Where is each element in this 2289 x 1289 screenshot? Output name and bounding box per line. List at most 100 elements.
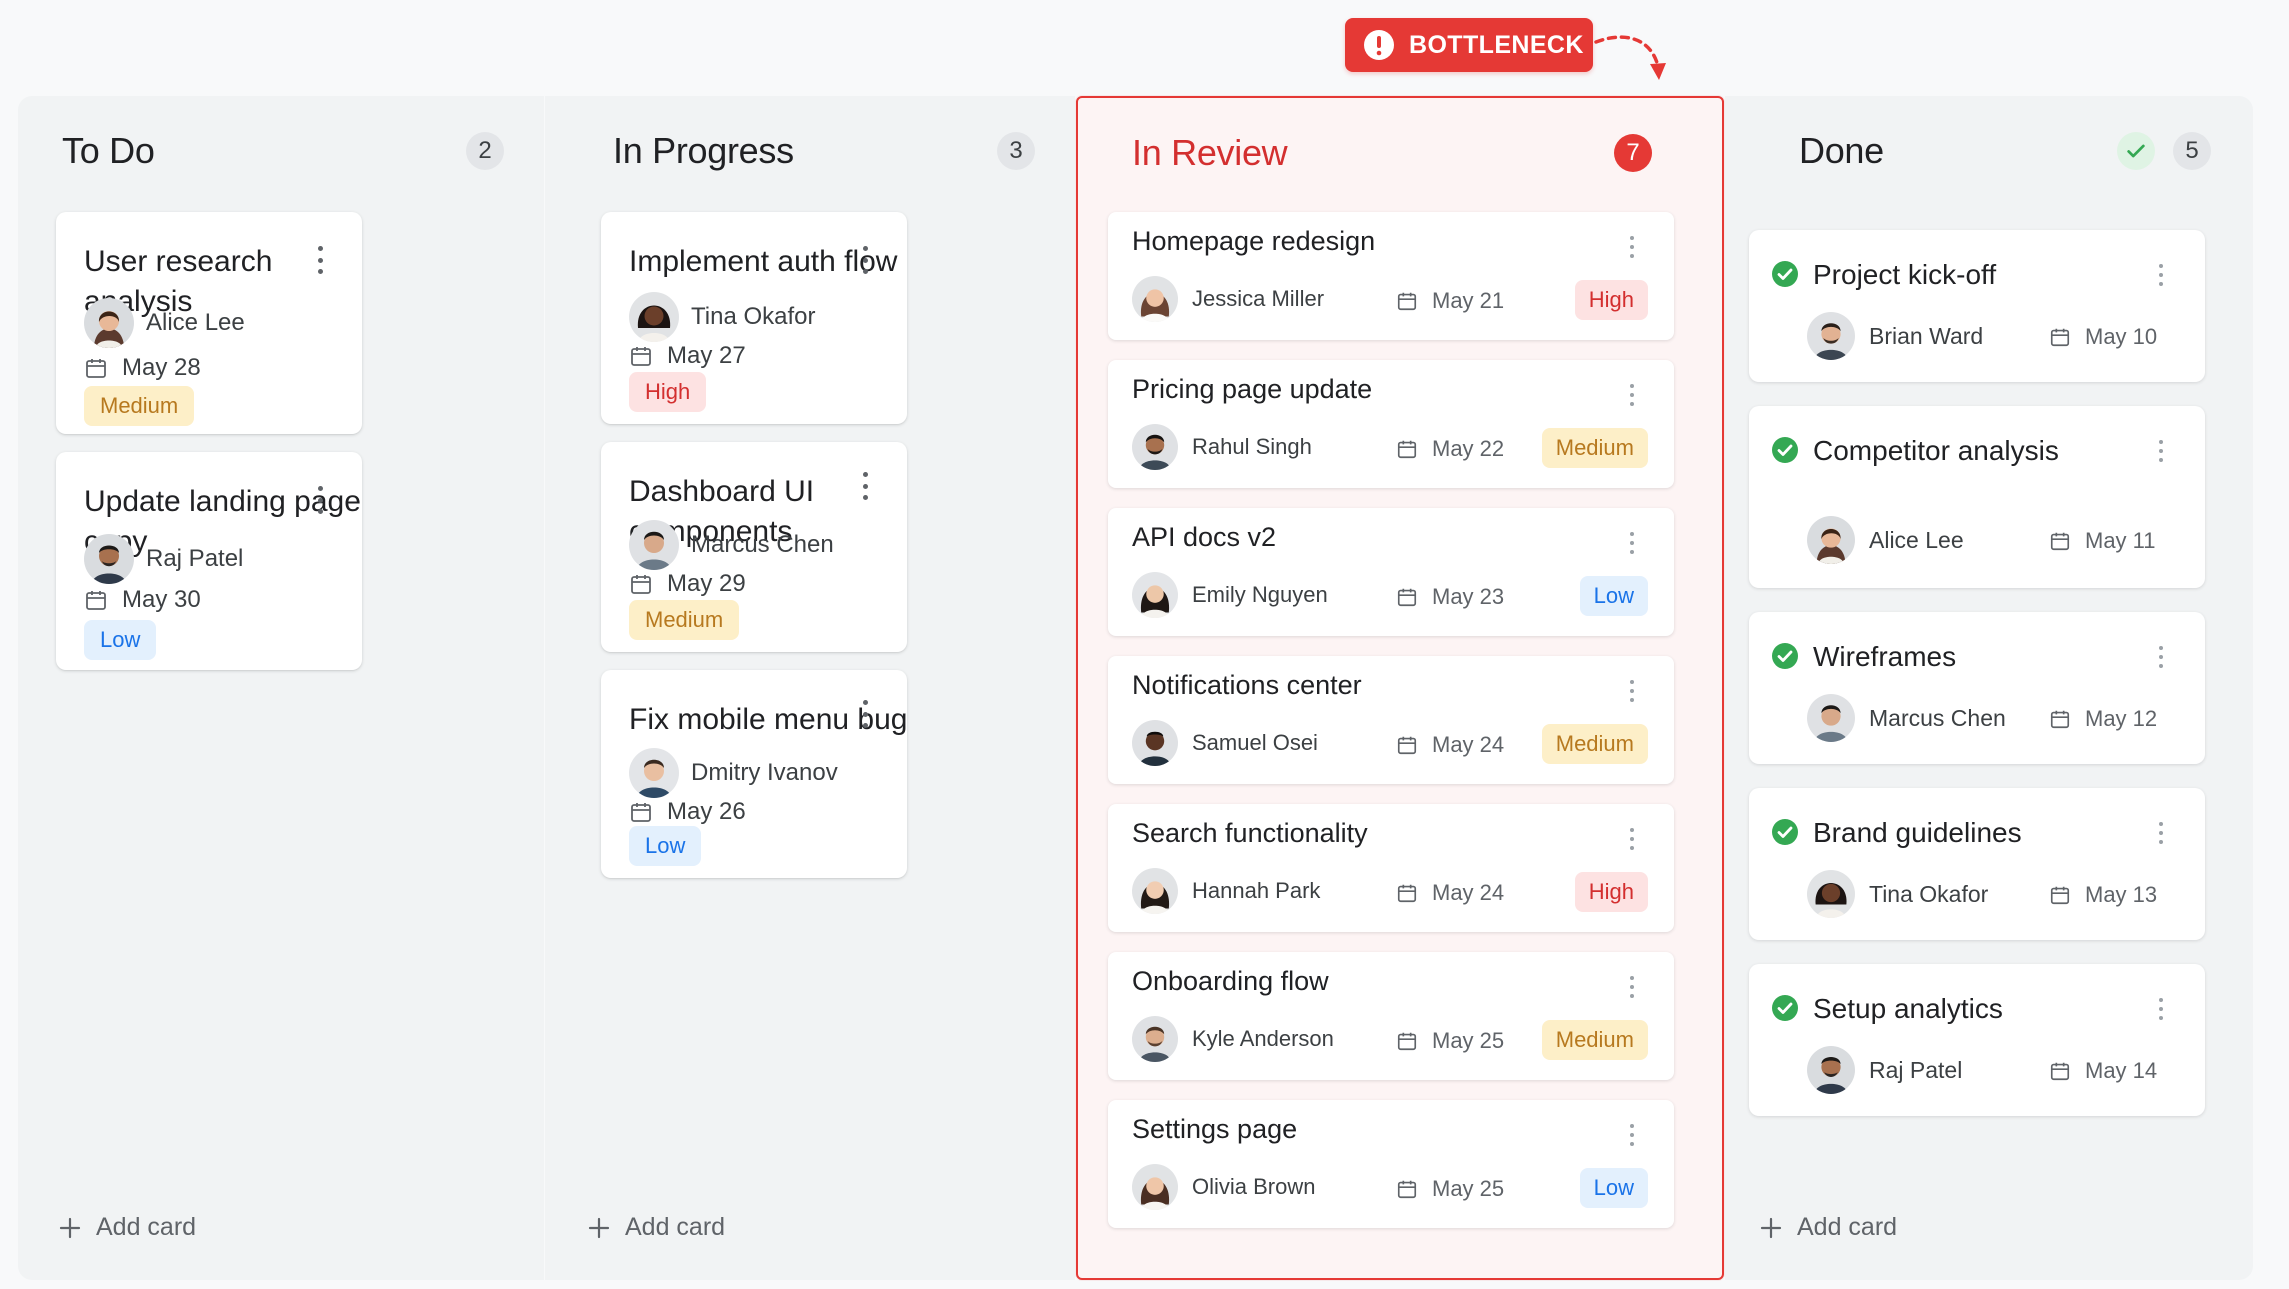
card-count-badge: 2 xyxy=(466,132,504,170)
avatar xyxy=(629,520,679,570)
add-card-button[interactable]: Add card xyxy=(1759,1213,1897,1242)
card-assignee: Emily Nguyen xyxy=(1132,572,1328,618)
check-circle-icon xyxy=(1772,437,1798,463)
priority-badge: Medium xyxy=(84,386,195,426)
more-vert-icon[interactable] xyxy=(314,486,326,514)
card-due-date: May 24 xyxy=(1396,880,1504,906)
task-card[interactable]: Wireframes Marcus Chen May 12 xyxy=(1749,612,2205,764)
calendar-icon xyxy=(2050,532,2070,551)
more-vert-icon[interactable] xyxy=(1626,236,1638,258)
more-vert-icon[interactable] xyxy=(859,246,871,274)
column-in-progress: In Progress 3 Implement auth flow Tina O… xyxy=(545,96,1075,1280)
card-assignee: Marcus Chen xyxy=(1807,694,2006,742)
check-icon xyxy=(2117,132,2155,170)
card-title: Competitor analysis xyxy=(1813,435,2059,466)
assignee-name: Samuel Osei xyxy=(1192,730,1318,755)
card-title: Implement auth flow xyxy=(629,245,898,278)
more-vert-icon[interactable] xyxy=(859,700,871,728)
more-vert-icon[interactable] xyxy=(1626,680,1638,702)
more-vert-icon[interactable] xyxy=(2155,998,2167,1020)
assignee-name: Marcus Chen xyxy=(691,531,834,558)
card-title: Homepage redesign xyxy=(1132,226,1376,256)
card-due-date: May 29 xyxy=(629,570,746,598)
task-card[interactable]: Dashboard UI components Marcus Chen May … xyxy=(601,442,907,652)
more-vert-icon[interactable] xyxy=(2155,440,2167,462)
task-card[interactable]: Project kick-off Brian Ward May 10 xyxy=(1749,230,2205,382)
check-circle-icon xyxy=(1772,995,1798,1021)
callout-arrow-icon xyxy=(1594,35,1666,80)
due-date: May 26 xyxy=(667,798,746,825)
assignee-name: Raj Patel xyxy=(146,545,244,572)
more-vert-icon[interactable] xyxy=(314,246,326,274)
more-vert-icon[interactable] xyxy=(1626,532,1638,554)
card-title: Search functionality xyxy=(1132,818,1368,848)
priority-badge: Low xyxy=(84,620,157,660)
column-header: In Progress 3 xyxy=(613,122,1035,180)
due-date: May 13 xyxy=(2085,882,2158,907)
task-card[interactable]: Homepage redesign Jessica Miller May 21 … xyxy=(1108,212,1674,340)
card-title: Brand guidelines xyxy=(1813,817,2022,848)
more-vert-icon[interactable] xyxy=(1626,1124,1638,1146)
card-assignee: Marcus Chen xyxy=(629,520,834,570)
assignee-name: Marcus Chen xyxy=(1869,704,2006,731)
task-card[interactable]: Search functionality Hannah Park May 24 … xyxy=(1108,804,1674,932)
due-date: May 12 xyxy=(2085,706,2158,731)
plus-icon xyxy=(1760,1217,1782,1238)
card-assignee: Alice Lee xyxy=(1807,516,1964,564)
calendar-icon xyxy=(631,803,651,822)
more-vert-icon[interactable] xyxy=(2155,264,2167,286)
add-card-button[interactable]: Add card xyxy=(587,1213,725,1242)
card-assignee: Alice Lee xyxy=(84,298,245,348)
card-title: Fix mobile menu bug xyxy=(629,703,908,736)
assignee-name: Raj Patel xyxy=(1869,1056,1963,1083)
card-due-date: May 12 xyxy=(2049,706,2157,732)
column-title: In Review xyxy=(1132,132,1288,173)
task-card[interactable]: User research analysis Alice Lee May 28 … xyxy=(56,212,362,434)
task-card[interactable]: Notifications center Samuel Osei May 24 … xyxy=(1108,656,1674,784)
card-title: Project kick-off xyxy=(1813,259,1997,290)
assignee-name: Rahul Singh xyxy=(1192,434,1312,459)
task-card[interactable]: Onboarding flow Kyle Anderson May 25 Med… xyxy=(1108,952,1674,1080)
avatar xyxy=(1807,694,1855,742)
more-vert-icon[interactable] xyxy=(1626,976,1638,998)
column-in-review: In Review 7 Homepage redesign Jessica Mi… xyxy=(1076,96,1724,1280)
priority-badge: High xyxy=(629,372,707,412)
card-due-date: May 14 xyxy=(2049,1058,2157,1084)
task-card[interactable]: Fix mobile menu bug Dmitry Ivanov May 26… xyxy=(601,670,907,878)
avatar xyxy=(1132,1164,1178,1210)
more-vert-icon[interactable] xyxy=(1626,384,1638,406)
due-date: May 29 xyxy=(667,570,746,597)
task-card[interactable]: Implement auth flow Tina Okafor May 27 H… xyxy=(601,212,907,424)
card-title: Setup analytics xyxy=(1813,993,2003,1024)
task-card[interactable]: Brand guidelines Tina Okafor May 13 xyxy=(1749,788,2205,940)
assignee-name: Tina Okafor xyxy=(691,303,816,330)
task-card[interactable]: Pricing page update Rahul Singh May 22 M… xyxy=(1108,360,1674,488)
card-assignee: Olivia Brown xyxy=(1132,1164,1315,1210)
card-due-date: May 21 xyxy=(1396,288,1504,314)
more-vert-icon[interactable] xyxy=(859,472,871,500)
task-card[interactable]: Setup analytics Raj Patel May 14 xyxy=(1749,964,2205,1116)
task-card[interactable]: API docs v2 Emily Nguyen May 23 Low xyxy=(1108,508,1674,636)
task-card[interactable]: Settings page Olivia Brown May 25 Low xyxy=(1108,1100,1674,1228)
card-assignee: Samuel Osei xyxy=(1132,720,1318,766)
add-card-button[interactable]: Add card xyxy=(58,1213,196,1242)
priority-badge: Low xyxy=(1579,1168,1648,1208)
avatar xyxy=(1132,1016,1178,1062)
task-card[interactable]: Competitor analysis Alice Lee May 11 xyxy=(1749,406,2205,588)
add-card-label: Add card xyxy=(96,1213,197,1241)
avatar xyxy=(84,298,134,348)
task-card[interactable]: Update landing page copy Raj Patel May 3… xyxy=(56,452,362,670)
due-date: May 21 xyxy=(1432,288,1505,313)
calendar-icon xyxy=(2050,886,2070,905)
calendar-icon xyxy=(2050,328,2070,347)
card-due-date: May 25 xyxy=(1396,1176,1504,1202)
more-vert-icon[interactable] xyxy=(2155,822,2167,844)
priority-badge: Low xyxy=(1579,576,1648,616)
assignee-name: Alice Lee xyxy=(1869,526,1964,553)
card-assignee: Dmitry Ivanov xyxy=(629,748,838,798)
more-vert-icon[interactable] xyxy=(2155,646,2167,668)
due-date: May 25 xyxy=(1432,1176,1505,1201)
card-count-badge: 3 xyxy=(997,132,1035,170)
more-vert-icon[interactable] xyxy=(1626,828,1638,850)
avatar xyxy=(1807,516,1855,564)
